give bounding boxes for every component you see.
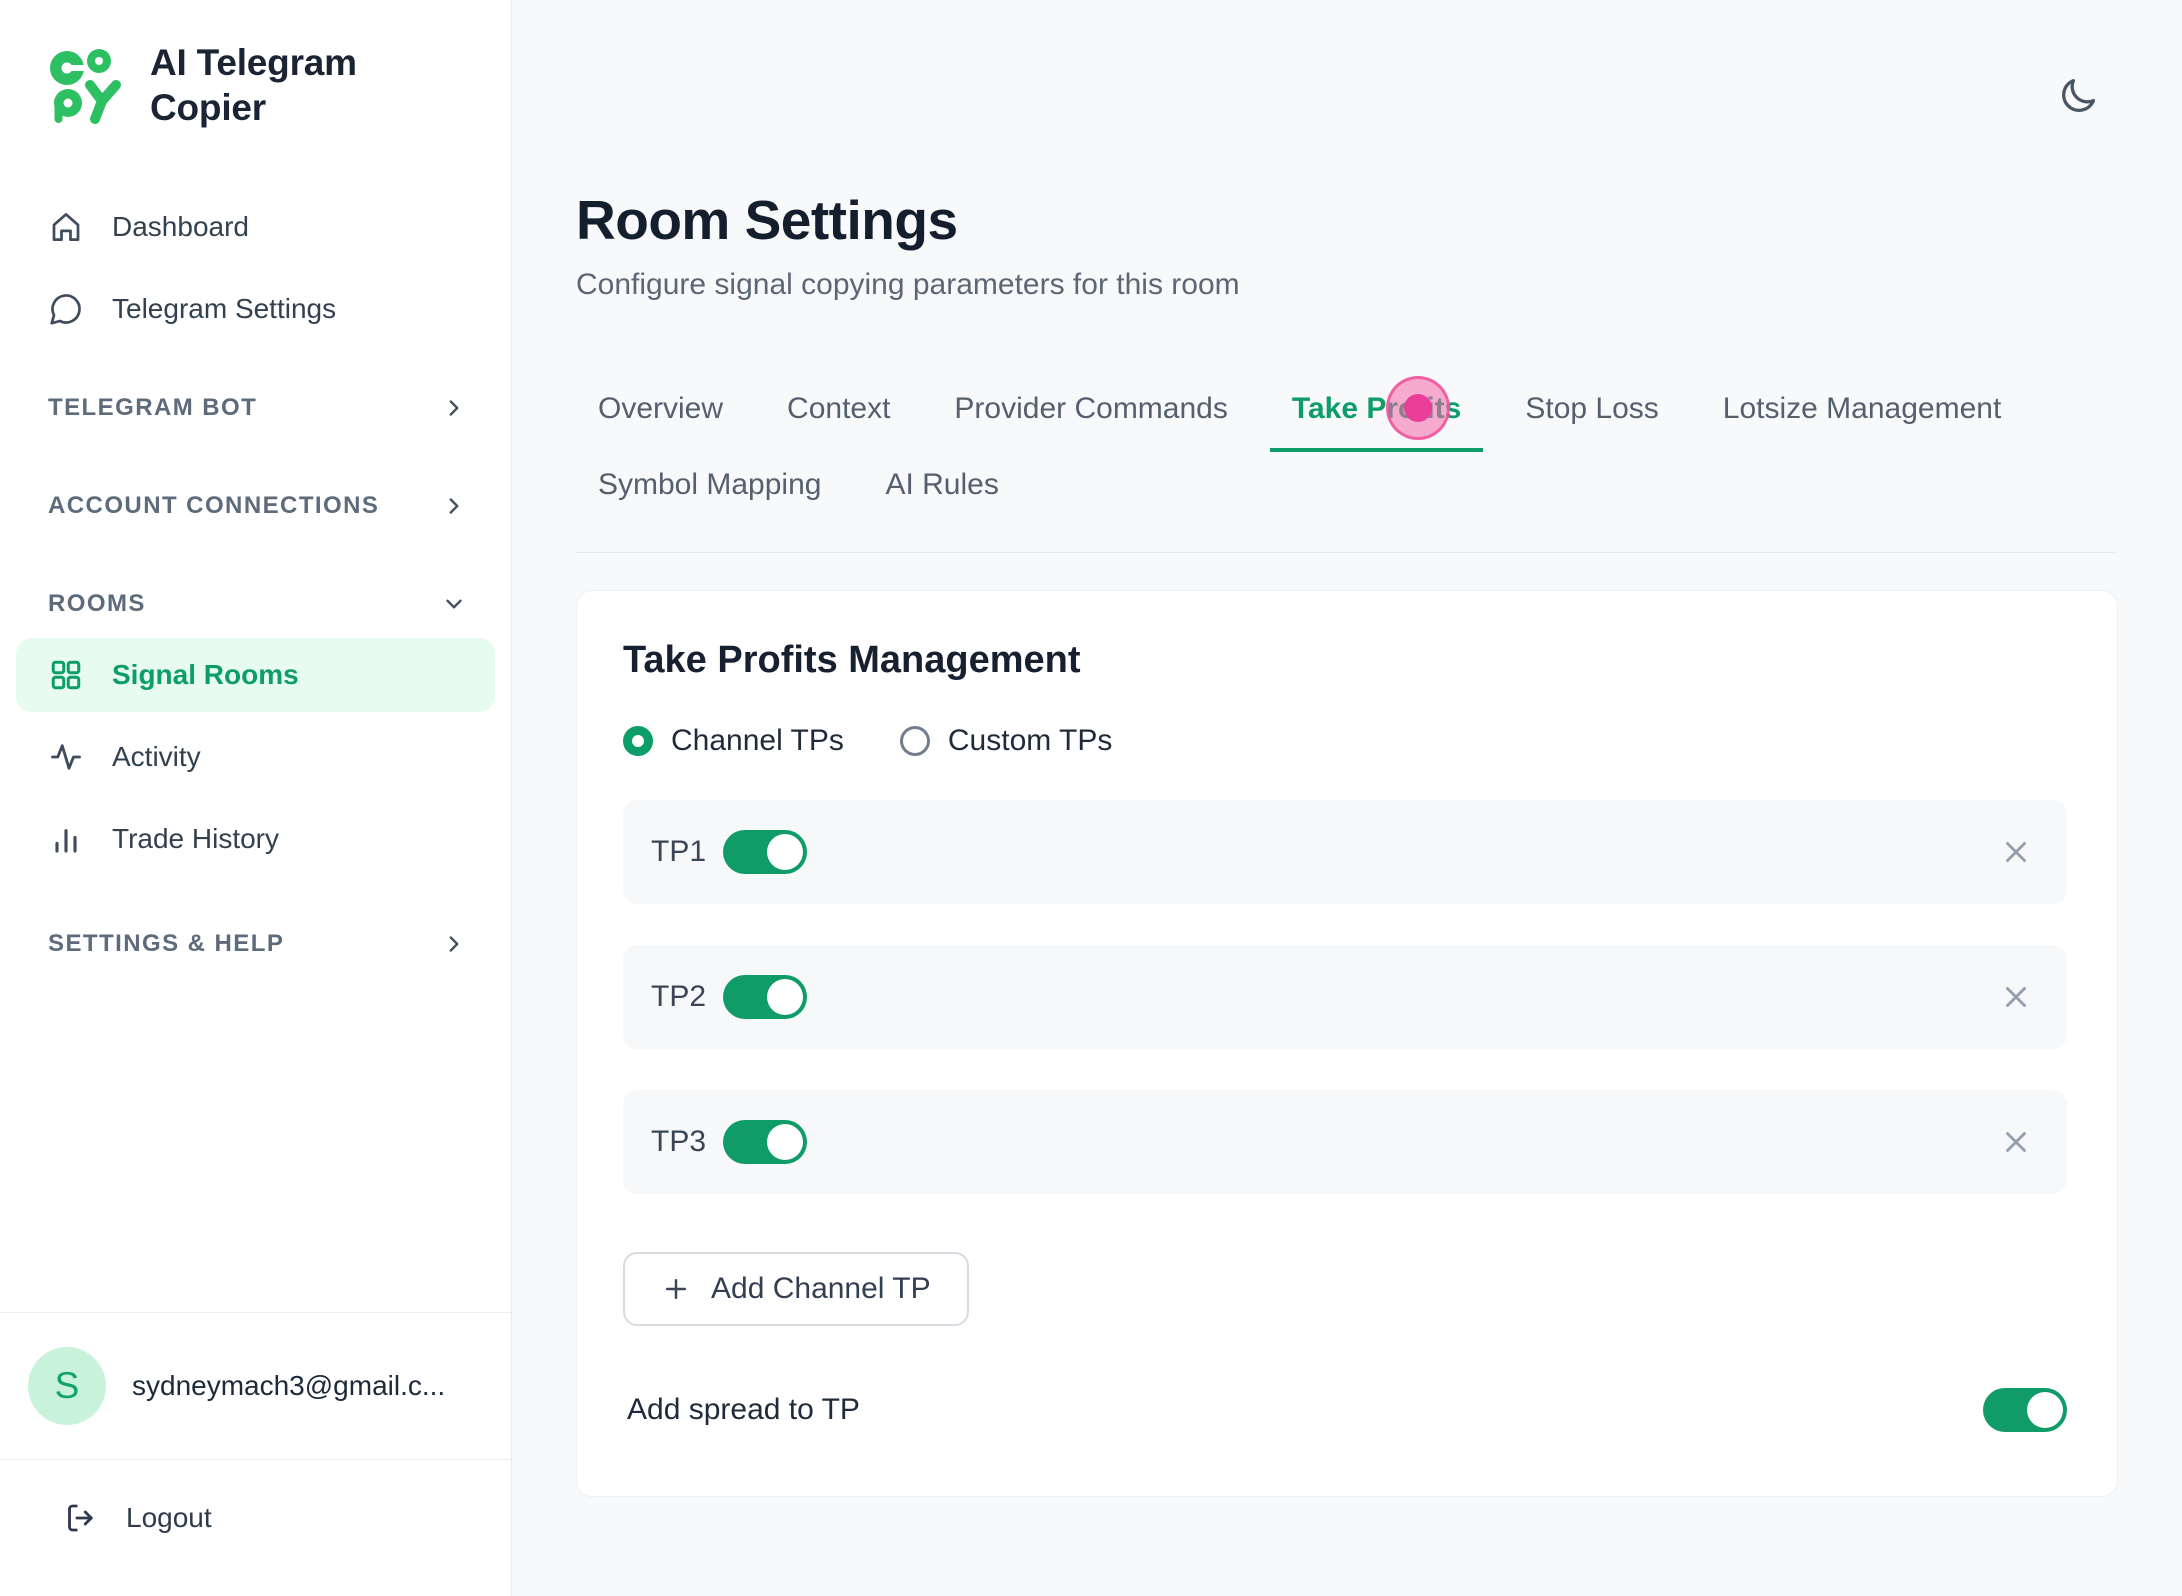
tp1-toggle[interactable]: [723, 830, 807, 874]
sidebar-section-settings-help[interactable]: SETTINGS & HELP: [0, 914, 511, 974]
panel-title: Take Profits Management: [623, 639, 2067, 682]
toggle-knob: [767, 1124, 803, 1160]
tp-mode-radio-group: Channel TPs Custom TPs: [623, 724, 2067, 758]
add-channel-tp-button[interactable]: Add Channel TP: [623, 1252, 969, 1326]
toggle-knob: [767, 979, 803, 1015]
chevron-down-icon: [441, 591, 467, 617]
sidebar-item-telegram-settings[interactable]: Telegram Settings: [0, 278, 511, 340]
toggle-knob: [2027, 1392, 2063, 1428]
take-profits-panel: Take Profits Management Channel TPs Cust…: [576, 590, 2118, 1497]
radio-channel-tps[interactable]: Channel TPs: [623, 724, 844, 758]
tp3-toggle[interactable]: [723, 1120, 807, 1164]
chevron-right-icon: [441, 395, 467, 421]
tp-row-list: TP1 TP2 TP3: [623, 800, 2067, 1194]
radio-label: Channel TPs: [671, 724, 844, 758]
app-logo: AI Telegram Copier: [0, 0, 511, 130]
avatar: S: [28, 1347, 106, 1425]
sidebar-section-account-connections[interactable]: ACCOUNT CONNECTIONS: [0, 476, 511, 536]
moon-icon: [2056, 74, 2100, 118]
activity-icon: [48, 739, 84, 775]
sidebar-item-label: Dashboard: [112, 211, 249, 243]
tab-symbol-mapping[interactable]: Symbol Mapping: [576, 452, 843, 528]
tp-row-1: TP1: [623, 800, 2067, 904]
chat-icon: [48, 291, 84, 327]
add-button-label: Add Channel TP: [711, 1272, 931, 1306]
sidebar-section-telegram-bot[interactable]: TELEGRAM BOT: [0, 378, 511, 438]
logout-block: Logout: [0, 1459, 511, 1596]
copy-logo-icon: [46, 45, 126, 125]
tp2-toggle[interactable]: [723, 975, 807, 1019]
plus-icon: [661, 1274, 691, 1304]
add-spread-row: Add spread to TP: [623, 1388, 2067, 1432]
tp-label: TP1: [651, 835, 723, 869]
home-icon: [48, 209, 84, 245]
sidebar-item-activity[interactable]: Activity: [16, 720, 495, 794]
radio-unselected-icon: [900, 726, 930, 756]
add-spread-toggle[interactable]: [1983, 1388, 2067, 1432]
tab-stop-loss[interactable]: Stop Loss: [1503, 376, 1680, 452]
close-icon[interactable]: [1999, 980, 2033, 1014]
tp-row-3: TP3: [623, 1090, 2067, 1194]
page-title: Room Settings: [576, 188, 2118, 252]
user-block[interactable]: S sydneymach3@gmail.c...: [0, 1312, 511, 1459]
app-title: AI Telegram Copier: [150, 40, 471, 130]
tp-label: TP3: [651, 1125, 723, 1159]
add-spread-label: Add spread to TP: [627, 1393, 860, 1427]
section-label: SETTINGS & HELP: [48, 930, 284, 958]
sidebar-spacer: [0, 974, 511, 1312]
radio-custom-tps[interactable]: Custom TPs: [900, 724, 1113, 758]
close-icon[interactable]: [1999, 1125, 2033, 1159]
sidebar-section-rooms[interactable]: ROOMS: [0, 574, 511, 634]
tab-context[interactable]: Context: [765, 376, 912, 452]
tab-ai-rules[interactable]: AI Rules: [863, 452, 1020, 528]
sidebar-item-dashboard[interactable]: Dashboard: [0, 196, 511, 258]
tab-overview[interactable]: Overview: [576, 376, 745, 452]
tab-bar: Overview Context Provider Commands Take …: [576, 376, 2118, 553]
sidebar-nav: Dashboard Telegram Settings TELEGRAM BOT…: [0, 196, 511, 974]
chevron-right-icon: [441, 931, 467, 957]
tab-provider-commands[interactable]: Provider Commands: [932, 376, 1249, 452]
logout-label: Logout: [126, 1502, 212, 1534]
section-label: ACCOUNT CONNECTIONS: [48, 492, 379, 520]
logout-button[interactable]: Logout: [62, 1500, 511, 1536]
tp-label: TP2: [651, 980, 723, 1014]
user-email: sydneymach3@gmail.c...: [132, 1370, 445, 1402]
page-subtitle: Configure signal copying parameters for …: [576, 268, 2118, 302]
bar-chart-icon: [48, 821, 84, 857]
sidebar-item-label: Telegram Settings: [112, 293, 336, 325]
section-label: ROOMS: [48, 590, 146, 618]
logout-icon: [62, 1500, 98, 1536]
sidebar-item-signal-rooms[interactable]: Signal Rooms: [16, 638, 495, 712]
tab-take-profits[interactable]: Take Profits: [1270, 376, 1484, 452]
sidebar-item-label: Trade History: [112, 823, 279, 855]
sidebar: AI Telegram Copier Dashboard Telegram Se…: [0, 0, 512, 1596]
tp-row-2: TP2: [623, 945, 2067, 1049]
radio-label: Custom TPs: [948, 724, 1113, 758]
main-content: Room Settings Configure signal copying p…: [512, 0, 2182, 1596]
sidebar-item-trade-history[interactable]: Trade History: [16, 802, 495, 876]
radio-selected-icon: [623, 726, 653, 756]
grid-icon: [48, 657, 84, 693]
close-icon[interactable]: [1999, 835, 2033, 869]
sidebar-item-label: Activity: [112, 741, 201, 773]
toggle-knob: [767, 834, 803, 870]
sidebar-item-label: Signal Rooms: [112, 659, 299, 691]
chevron-right-icon: [441, 493, 467, 519]
dark-mode-toggle[interactable]: [2056, 74, 2100, 118]
tab-lotsize-management[interactable]: Lotsize Management: [1701, 376, 2024, 452]
section-label: TELEGRAM BOT: [48, 394, 257, 422]
